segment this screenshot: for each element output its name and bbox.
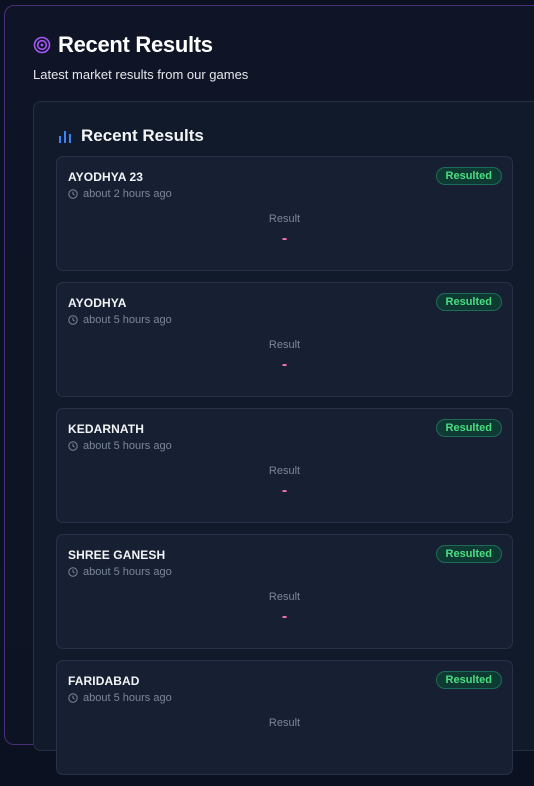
clock-icon (68, 693, 78, 703)
result-label: Result (268, 717, 301, 729)
results-container: Recent Results Latest market results fro… (4, 5, 534, 775)
result-value: - (281, 230, 288, 247)
market-name: SHREE GANESH (68, 548, 166, 562)
time-text: about 5 hours ago (83, 692, 172, 704)
title-row: Recent Results (33, 32, 248, 58)
clock-icon (68, 441, 78, 451)
result-label: Result (268, 465, 301, 477)
status-badge: Resulted (435, 419, 502, 437)
time-text: about 5 hours ago (83, 440, 172, 452)
result-time: about 5 hours ago (68, 566, 172, 578)
result-label: Result (268, 213, 301, 225)
results-list: AYODHYA 23 about 2 hours ago Resulted Re… (56, 156, 513, 786)
time-text: about 2 hours ago (83, 188, 172, 200)
status-badge: Resulted (435, 167, 502, 185)
result-card[interactable]: SHREE GANESH about 5 hours ago Resulted … (56, 534, 513, 649)
market-name: AYODHYA 23 (68, 170, 144, 184)
result-label: Result (268, 591, 301, 603)
result-time: about 5 hours ago (68, 440, 172, 452)
bar-chart-icon (59, 131, 71, 143)
result-card[interactable]: KEDARNATH about 5 hours ago Resulted Res… (56, 408, 513, 523)
result-time: about 5 hours ago (68, 314, 172, 326)
market-name: AYODHYA (68, 296, 127, 310)
panel-header: Recent Results (58, 126, 204, 146)
status-badge: Resulted (435, 293, 502, 311)
market-name: KEDARNATH (68, 422, 145, 436)
result-value: - (281, 356, 288, 373)
result-value: - (281, 482, 288, 499)
page-title: Recent Results (58, 32, 213, 57)
panel-title: Recent Results (81, 126, 204, 145)
status-badge: Resulted (435, 545, 502, 563)
time-text: about 5 hours ago (83, 566, 172, 578)
result-card[interactable]: AYODHYA 23 about 2 hours ago Resulted Re… (56, 156, 513, 271)
page-subtitle: Latest market results from our games (33, 67, 249, 82)
market-name: FARIDABAD (68, 674, 140, 688)
clock-icon (68, 567, 78, 577)
result-time: about 2 hours ago (68, 188, 172, 200)
recent-results-panel: Recent Results AYODHYA 23 about 2 hours … (33, 101, 534, 775)
page-header: Recent Results Latest market results fro… (33, 32, 248, 82)
result-card[interactable]: AYODHYA about 5 hours ago Resulted Resul… (56, 282, 513, 397)
result-card[interactable]: FARIDABAD about 5 hours ago Resulted Res… (56, 660, 513, 775)
result-label: Result (268, 339, 301, 351)
status-badge: Resulted (435, 671, 502, 689)
clock-icon (68, 315, 78, 325)
time-text: about 5 hours ago (83, 314, 172, 326)
clock-icon (68, 189, 78, 199)
target-icon (33, 36, 51, 54)
result-time: about 5 hours ago (68, 692, 172, 704)
result-value: - (281, 608, 288, 625)
